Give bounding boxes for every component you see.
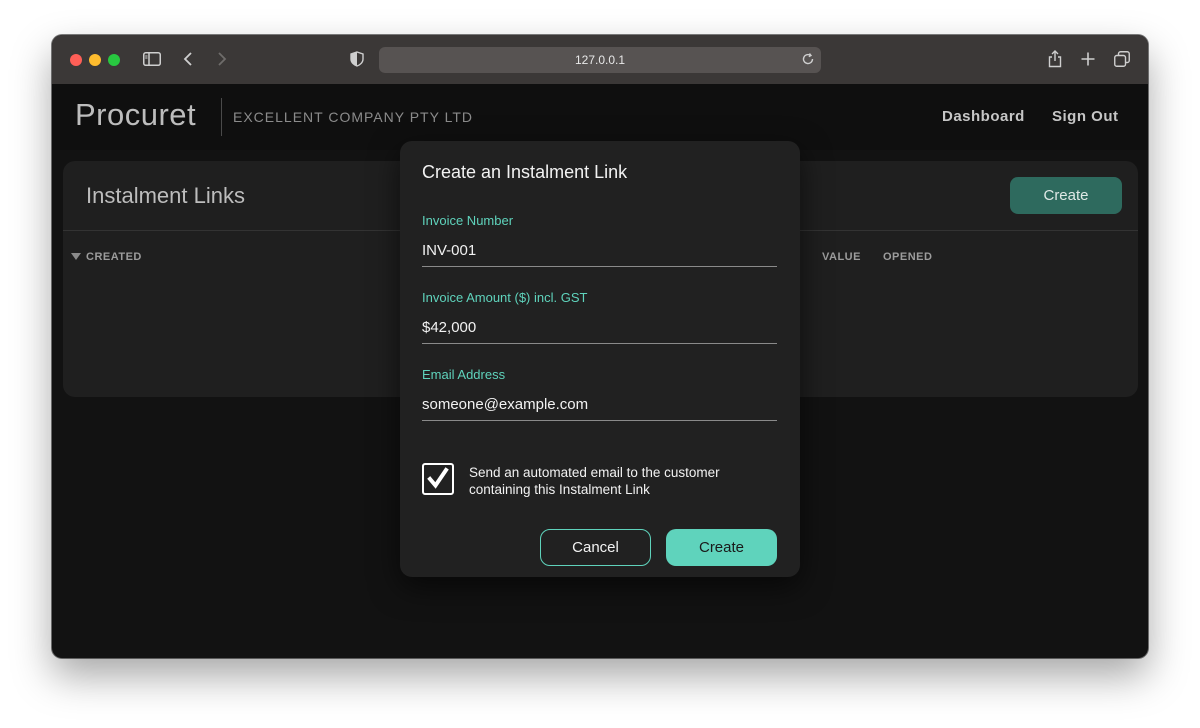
share-icon[interactable] [1046, 48, 1064, 70]
privacy-shield-icon[interactable] [349, 48, 365, 70]
maximize-window-button[interactable] [108, 54, 120, 66]
checkmark-icon [427, 467, 449, 489]
invoice-number-input[interactable] [422, 234, 777, 267]
nav-sign-out-link[interactable]: Sign Out [1052, 108, 1119, 125]
url-text: 127.0.0.1 [574, 53, 626, 67]
send-email-checkbox[interactable] [422, 463, 454, 495]
create-button[interactable]: Create [666, 529, 777, 566]
address-bar[interactable]: 127.0.0.1 [379, 47, 821, 73]
browser-toolbar: 127.0.0.1 [52, 35, 1148, 85]
column-header-value[interactable]: VALUE [822, 251, 861, 263]
header-divider [221, 98, 222, 136]
nav-dashboard-link[interactable]: Dashboard [942, 108, 1025, 125]
create-instalment-link-dialog: Create an Instalment Link Invoice Number… [400, 141, 800, 577]
card-title: Instalment Links [86, 183, 245, 208]
cancel-button[interactable]: Cancel [540, 529, 651, 566]
invoice-amount-input[interactable] [422, 311, 777, 344]
new-tab-icon[interactable] [1079, 48, 1097, 70]
sort-desc-icon[interactable] [71, 253, 81, 260]
tab-overview-icon[interactable] [1113, 48, 1131, 70]
company-name: EXCELLENT COMPANY PTY LTD [233, 109, 473, 125]
back-icon[interactable] [180, 48, 196, 70]
column-header-opened[interactable]: OPENED [883, 251, 932, 263]
forward-icon[interactable] [214, 48, 230, 70]
dialog-title: Create an Instalment Link [422, 162, 628, 182]
invoice-amount-label: Invoice Amount ($) incl. GST [422, 290, 588, 305]
close-window-button[interactable] [70, 54, 82, 66]
column-header-created[interactable]: CREATED [86, 251, 142, 263]
create-link-button[interactable]: Create [1010, 177, 1122, 214]
reload-icon[interactable] [801, 52, 815, 71]
send-email-checkbox-label[interactable]: Send an automated email to the customer … [469, 464, 759, 498]
sidebar-toggle-icon[interactable] [142, 48, 162, 70]
minimize-window-button[interactable] [89, 54, 101, 66]
browser-window: 127.0.0.1 Procuret EXCELLENT COMPANY PTY… [52, 35, 1148, 658]
email-address-label: Email Address [422, 367, 506, 382]
procuret-logo[interactable]: Procuret [75, 97, 196, 133]
invoice-number-label: Invoice Number [422, 213, 514, 228]
email-address-input[interactable] [422, 388, 777, 421]
